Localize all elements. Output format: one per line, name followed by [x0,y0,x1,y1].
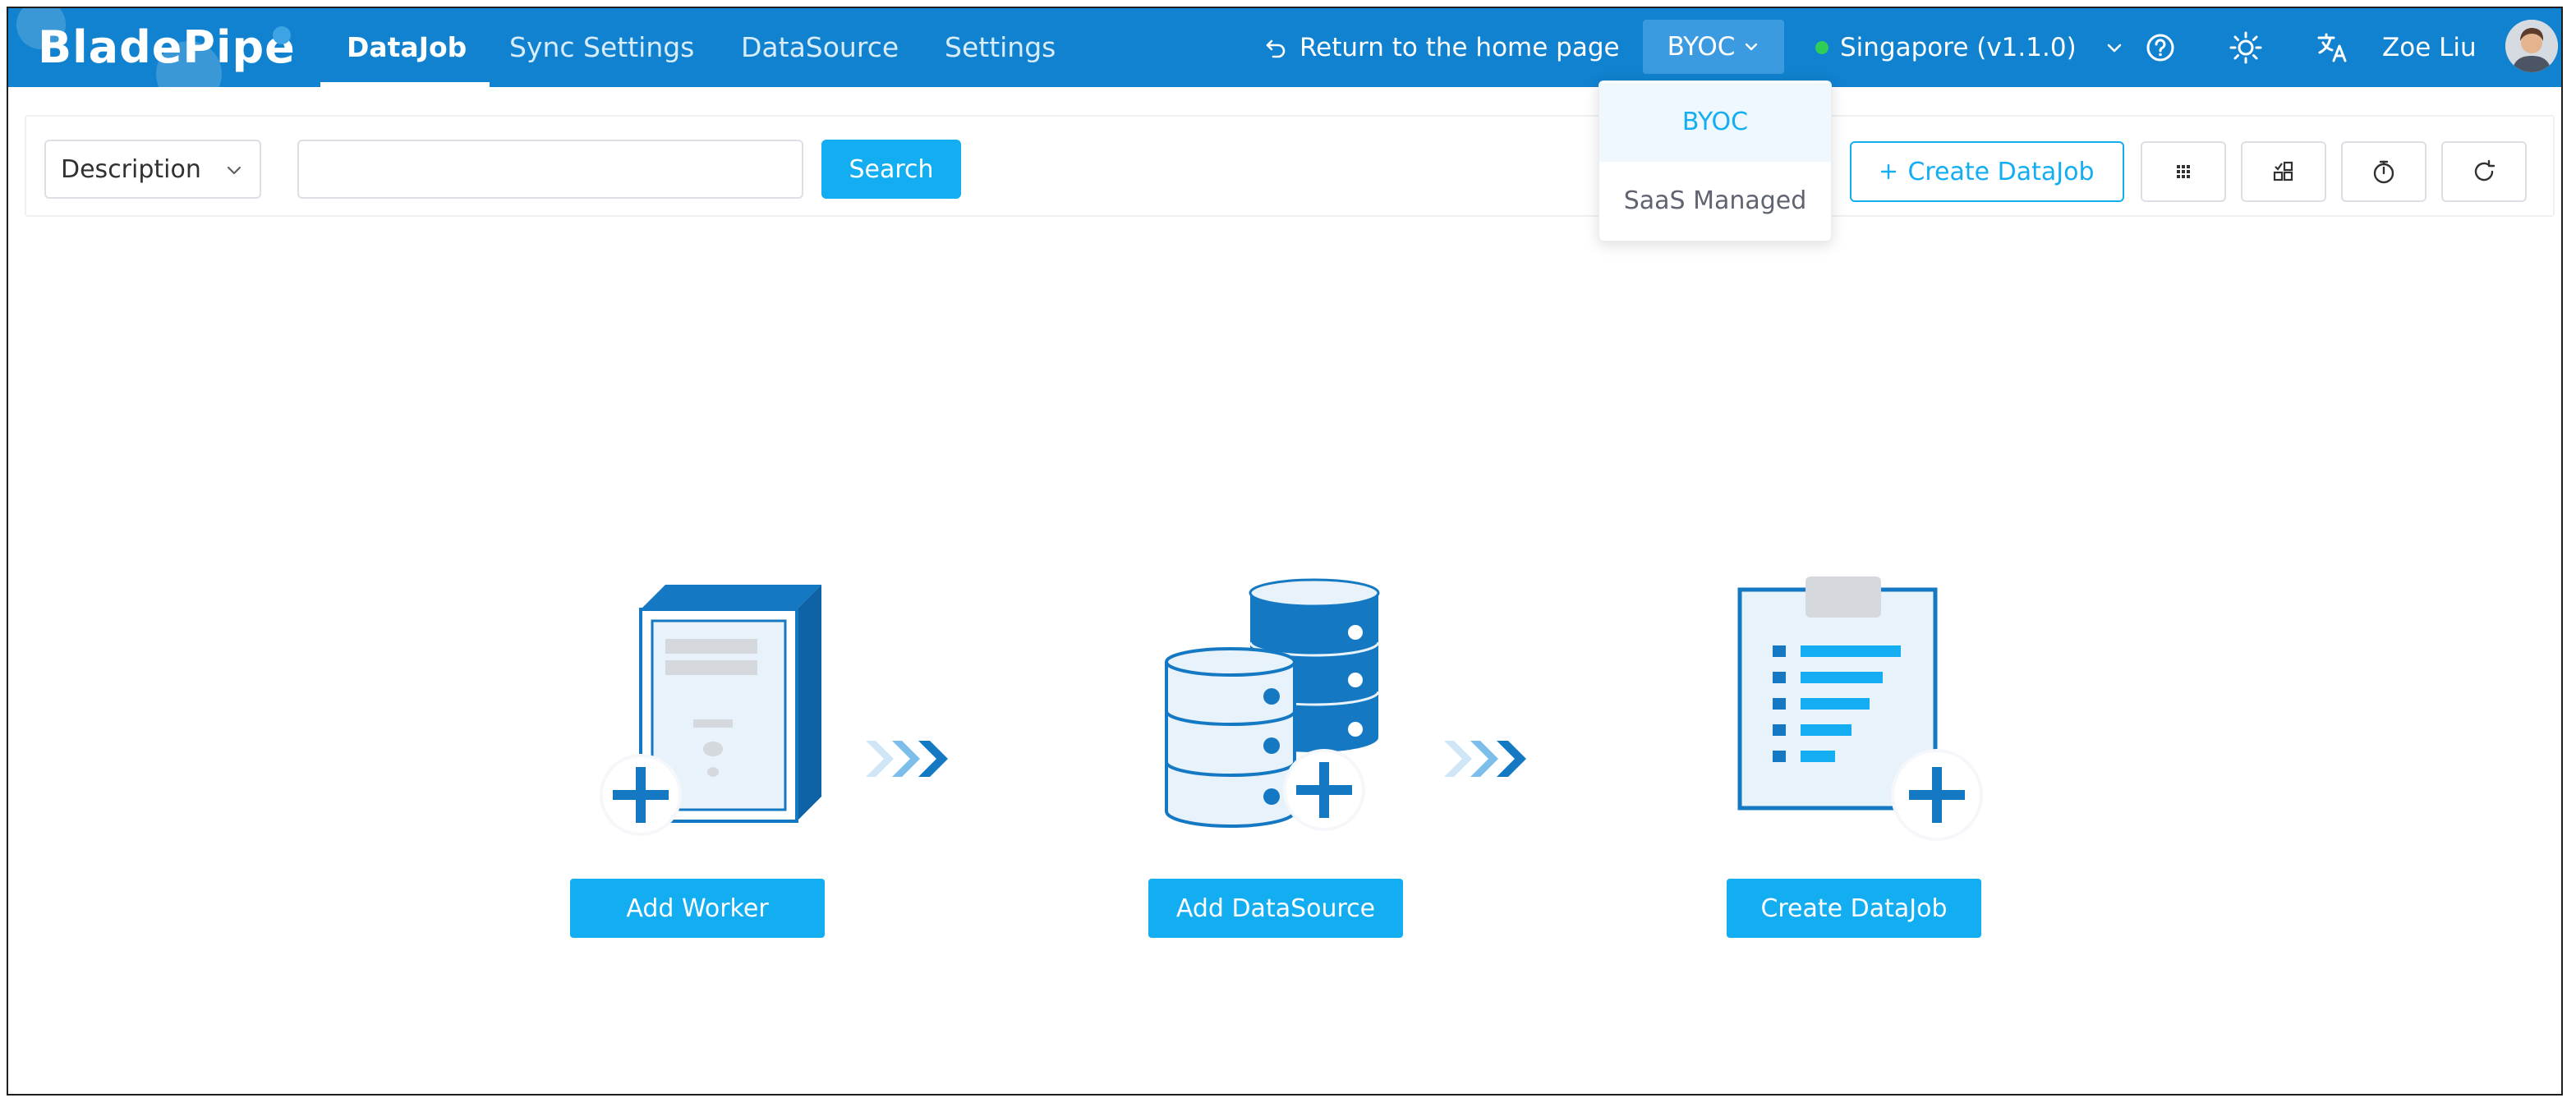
grid-view-button[interactable] [2141,141,2226,202]
region-status-dot [1815,41,1828,54]
add-datasource-button[interactable]: Add DataSource [1148,879,1403,938]
search-button[interactable]: Search [821,140,961,199]
tab-sync-settings[interactable]: Sync Settings [509,8,694,87]
dropdown-option-byoc[interactable]: BYOC [1599,83,1831,162]
server-icon [600,585,821,836]
create-datajob-button[interactable]: Create DataJob [1850,141,2124,202]
create-datajob-label: Create DataJob [1907,157,2095,186]
database-icon [1165,578,1380,831]
timer-icon [2373,160,2394,184]
dropdown-option-saas-managed[interactable]: SaaS Managed [1599,162,1831,241]
bladepipe-logo[interactable]: BladePipe [38,16,296,79]
schedule-button[interactable] [2341,141,2426,202]
plus-icon [1881,163,1897,180]
app-window: BladePipe DataJob Sync Settings DataSour… [7,7,2563,1096]
chevron-down-icon [2107,44,2121,53]
grid-icon [2177,165,2190,178]
refresh-icon [2474,159,2496,181]
tab-datajob[interactable]: DataJob [347,8,467,87]
search-input[interactable] [297,140,803,199]
add-worker-button[interactable]: Add Worker [570,879,825,938]
return-home-link[interactable]: Return to the home page [1265,8,1620,87]
return-home-label: Return to the home page [1300,33,1620,62]
top-navigation-bar: BladePipe DataJob Sync Settings DataSour… [8,8,2561,87]
logo-dot [273,26,291,44]
layout-button[interactable] [2241,141,2326,202]
theme-sun-icon[interactable] [2226,28,2266,67]
region-selector[interactable]: Singapore (v1.1.0) [1815,8,2124,87]
filter-field-value: Description [61,154,201,184]
chevron-down-icon [1746,43,1758,51]
refresh-button[interactable] [2441,141,2527,202]
undo-arrow-icon [1266,39,1286,58]
arrow-chevrons-icon [866,741,948,777]
tab-settings[interactable]: Settings [945,8,1056,87]
avatar[interactable] [2505,20,2558,72]
filter-field-select[interactable]: Description [44,140,261,199]
layout-icon [2273,161,2293,181]
help-icon[interactable] [2141,28,2180,67]
arrow-chevrons-icon [1444,741,1526,777]
chevron-down-icon [227,166,242,175]
tab-datasource[interactable]: DataSource [741,8,899,87]
user-name[interactable]: Zoe Liu [2382,8,2477,87]
clipboard-icon [1737,576,1983,841]
active-tab-indicator [320,82,490,87]
deploy-mode-selector[interactable]: BYOC [1643,20,1784,74]
create-datajob-step-button[interactable]: Create DataJob [1727,879,1981,938]
region-label: Singapore (v1.1.0) [1840,33,2077,62]
translate-icon[interactable] [2313,28,2353,67]
deploy-mode-label: BYOC [1667,32,1736,62]
deploy-mode-dropdown: BYOC SaaS Managed [1598,80,1832,241]
